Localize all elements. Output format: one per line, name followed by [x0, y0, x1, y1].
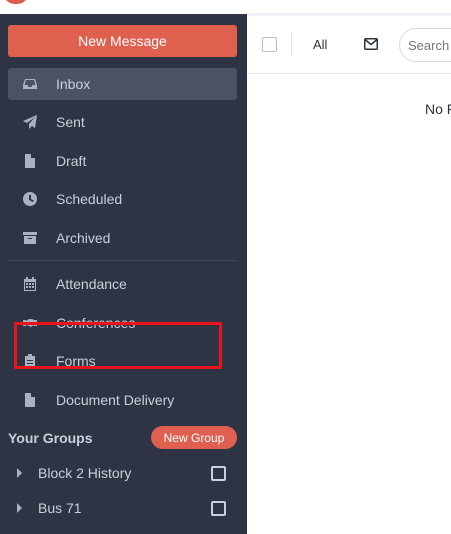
sidebar-item-document-delivery[interactable]: Document Delivery: [8, 384, 237, 416]
archive-icon: [23, 231, 37, 245]
logo[interactable]: [3, 0, 29, 4]
paper-plane-icon: [23, 115, 37, 129]
message-toolbar: All: [247, 16, 451, 74]
new-message-button[interactable]: New Message: [8, 25, 237, 57]
clock-icon: [23, 192, 37, 206]
app-window: New Message Inbox Sent Draft Scheduled A…: [0, 0, 451, 534]
file-icon: [23, 154, 37, 168]
select-all-checkbox[interactable]: [262, 37, 277, 52]
message-list: [247, 74, 451, 534]
sidebar-item-label: Draft: [56, 153, 87, 169]
sidebar-item-sent[interactable]: Sent: [8, 106, 237, 138]
sidebar-item-label: Scheduled: [56, 191, 123, 207]
sidebar-item-inbox[interactable]: Inbox: [8, 68, 237, 100]
top-bar: [0, 0, 451, 14]
calendar-icon: [23, 277, 37, 291]
sidebar-item-label: Sent: [56, 114, 85, 130]
sidebar-item-label: Attendance: [56, 276, 127, 292]
sidebar-item-label: Document Delivery: [56, 392, 175, 408]
sidebar-item-scheduled[interactable]: Scheduled: [8, 183, 237, 215]
highlight-annotation: [14, 322, 222, 369]
group-item[interactable]: Bus 71: [8, 494, 237, 522]
search-input[interactable]: [399, 28, 451, 62]
group-checkbox[interactable]: [211, 501, 226, 516]
group-checkbox[interactable]: [211, 466, 226, 481]
toolbar-divider: [291, 32, 292, 56]
group-label: Bus 71: [38, 500, 82, 516]
sidebar-divider: [8, 260, 237, 261]
sidebar-item-label: Inbox: [56, 76, 91, 92]
caret-right-icon[interactable]: [17, 503, 22, 513]
sidebar-item-attendance[interactable]: Attendance: [8, 268, 237, 300]
new-group-button[interactable]: New Group: [151, 426, 237, 449]
sidebar-item-archived[interactable]: Archived: [8, 222, 237, 254]
document-icon: [23, 393, 37, 407]
group-item[interactable]: Block 2 History: [8, 459, 237, 487]
empty-state-text: No F: [425, 101, 451, 117]
caret-right-icon[interactable]: [17, 468, 22, 478]
sidebar: New Message Inbox Sent Draft Scheduled A…: [0, 14, 247, 534]
sidebar-item-draft[interactable]: Draft: [8, 145, 237, 177]
sidebar-item-label: Archived: [56, 230, 111, 246]
inbox-icon: [23, 77, 37, 91]
envelope-icon[interactable]: [364, 38, 378, 50]
group-label: Block 2 History: [38, 465, 132, 481]
filter-all-button[interactable]: All: [313, 37, 327, 52]
groups-heading: Your Groups: [8, 430, 93, 446]
